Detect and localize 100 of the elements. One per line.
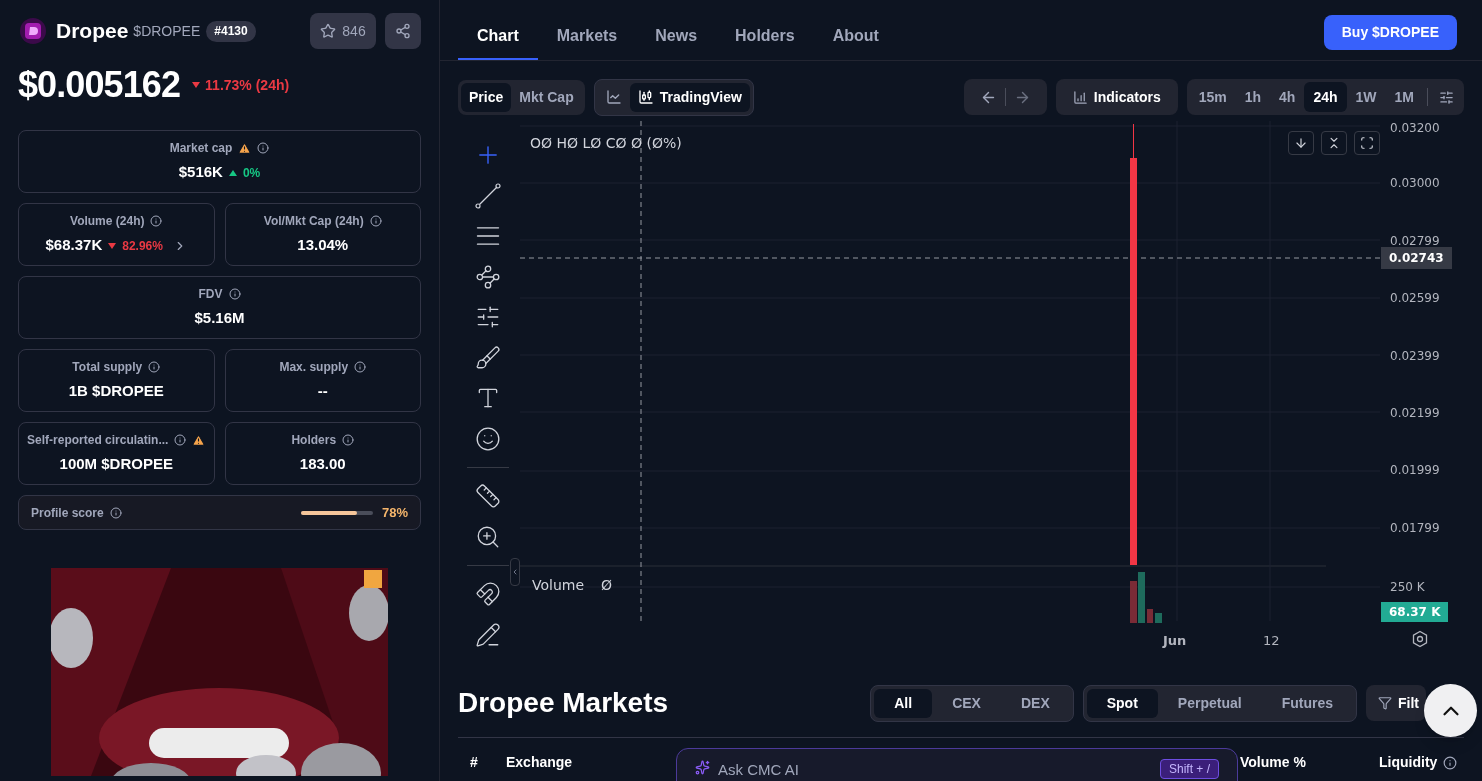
page-tab[interactable]: News	[636, 16, 717, 60]
profile-score-label: Profile score	[31, 504, 104, 522]
filter-button[interactable]: Filt	[1366, 685, 1426, 721]
price-axis-label: 0.02599	[1390, 291, 1440, 306]
filter-icon	[1378, 696, 1392, 710]
shortcut-badge: Shift + /	[1159, 759, 1219, 779]
ask-ai-bar[interactable]: Ask CMC AI Shift + /	[676, 748, 1238, 781]
segment-tab[interactable]: Mkt Cap	[511, 82, 582, 112]
ask-ai-placeholder: Ask CMC AI	[718, 760, 799, 780]
stat-value: 183.00	[299, 454, 346, 475]
stat-value: 1B $DROPEE	[68, 381, 164, 402]
segment-tab[interactable]: CEX	[932, 688, 1001, 718]
volume-value: Ø	[601, 576, 613, 595]
section-title: Dropee Markets	[458, 686, 669, 720]
stat-change: 0%	[242, 164, 261, 182]
page-tab[interactable]: Holders	[716, 16, 814, 60]
share-icon	[395, 23, 411, 39]
stat-label: Holders	[291, 432, 337, 450]
crosshair-price-label: 0.02743	[1381, 247, 1452, 269]
chevron-left-icon	[511, 567, 519, 577]
down-arrow-icon	[1294, 136, 1308, 150]
price-axis-label: 0.02199	[1390, 406, 1440, 420]
column-header: Liquidity	[1379, 752, 1464, 773]
time-axis-label: 12	[1263, 632, 1280, 650]
collapse-button[interactable]	[1321, 131, 1347, 155]
stat-label: Vol/Mkt Cap (24h)	[263, 213, 364, 231]
coin-name: Dropee	[56, 18, 129, 45]
coin-price: $0.005162	[18, 63, 181, 107]
stat-value: $5.16M	[194, 308, 245, 329]
bar-chart-icon	[1072, 89, 1088, 105]
brush-icon[interactable]	[475, 344, 501, 371]
fullscreen-button[interactable]	[1354, 131, 1380, 155]
last-volume-label: 68.37 K	[1381, 602, 1449, 622]
stat-value: $516K	[178, 162, 223, 183]
timeframe-tab[interactable]: 1M	[1385, 82, 1423, 112]
sparkle-icon	[695, 760, 710, 775]
volume-bar	[1147, 609, 1153, 623]
coin-symbol: $DROPEE	[133, 21, 201, 41]
stat-label: FDV	[198, 286, 223, 304]
stat-label: Market cap	[169, 140, 233, 158]
page-tab[interactable]: Chart	[458, 16, 538, 60]
column-header: Exchange	[506, 753, 574, 772]
column-header: Volume %	[1240, 753, 1307, 772]
watchlist-button[interactable]: 846	[310, 13, 376, 49]
score-reading: 78%	[381, 503, 408, 522]
price-axis-label: 0.02799	[1390, 233, 1440, 248]
info-icon[interactable]	[109, 506, 122, 519]
price-axis-label: 0.01799	[1390, 520, 1440, 535]
segment-tab[interactable]: All	[874, 688, 933, 718]
magnet-icon[interactable]	[475, 581, 501, 608]
indicators-button[interactable]: Indicators	[1055, 79, 1178, 115]
price-axis-label: 0.03000	[1390, 176, 1440, 191]
price-axis-label: 0.02399	[1390, 348, 1440, 363]
stat-label: Total supply	[72, 359, 143, 377]
info-icon[interactable]	[174, 434, 187, 447]
volume-axis-label: 250 K	[1390, 580, 1425, 594]
info-icon[interactable]	[354, 361, 367, 374]
stat-value: $68.37K	[45, 235, 103, 256]
info-icon[interactable]	[228, 288, 241, 301]
settings-icon[interactable]	[1439, 89, 1454, 105]
trend-line-icon[interactable]	[474, 181, 502, 210]
stat-change: 82.96%	[122, 237, 163, 255]
ruler-icon[interactable]	[475, 483, 501, 510]
stat-label: Self-reported circulatin...	[27, 432, 169, 450]
share-button[interactable]	[385, 13, 421, 49]
segment-tab[interactable]: DEX	[1000, 688, 1070, 718]
chart-type-tab[interactable]: TradingView	[629, 82, 750, 112]
timeframe-tab[interactable]: 4h	[1270, 82, 1305, 112]
pattern-icon[interactable]	[475, 263, 501, 290]
star-icon	[320, 23, 337, 39]
info-icon[interactable]	[257, 142, 270, 155]
page-tab[interactable]: About	[813, 16, 898, 60]
scroll-to-top-button[interactable]	[1424, 684, 1477, 737]
settings-icon[interactable]	[1411, 630, 1429, 648]
info-icon[interactable]	[1443, 755, 1458, 770]
candlestick-icon	[637, 89, 654, 105]
scroll-down-button[interactable]	[1288, 131, 1314, 155]
info-icon[interactable]	[150, 215, 163, 228]
rank-badge: #4130	[206, 20, 256, 42]
collapse-icon	[1327, 136, 1341, 150]
timeframe-tab[interactable]: 1h	[1235, 82, 1271, 112]
segment-tab[interactable]: Futures	[1261, 688, 1353, 718]
stat-value: --	[317, 381, 328, 402]
info-icon[interactable]	[148, 361, 161, 374]
coin-logo	[20, 18, 46, 44]
price-axis-label: 0.03200	[1390, 121, 1440, 135]
segment-tab[interactable]: Price	[461, 82, 512, 112]
segment-tab[interactable]: Perpetual	[1157, 688, 1262, 718]
info-icon[interactable]	[369, 215, 382, 228]
segment-tab[interactable]: Spot	[1086, 688, 1158, 718]
ohlc-legend: OØ HØ LØ CØ Ø (Ø%)	[530, 133, 682, 154]
buy-button[interactable]: Buy $DROPEE	[1323, 15, 1457, 50]
timeframe-tab[interactable]: 1W	[1346, 82, 1386, 112]
timeframe-tab[interactable]: 15m	[1189, 82, 1236, 112]
smiley-icon[interactable]	[475, 425, 501, 452]
timeframe-tab[interactable]: 24h	[1304, 82, 1347, 112]
info-icon[interactable]	[342, 434, 355, 447]
page-tab[interactable]: Markets	[537, 16, 637, 60]
time-axis-label: Jun	[1163, 632, 1187, 650]
fullscreen-icon	[1360, 136, 1374, 150]
